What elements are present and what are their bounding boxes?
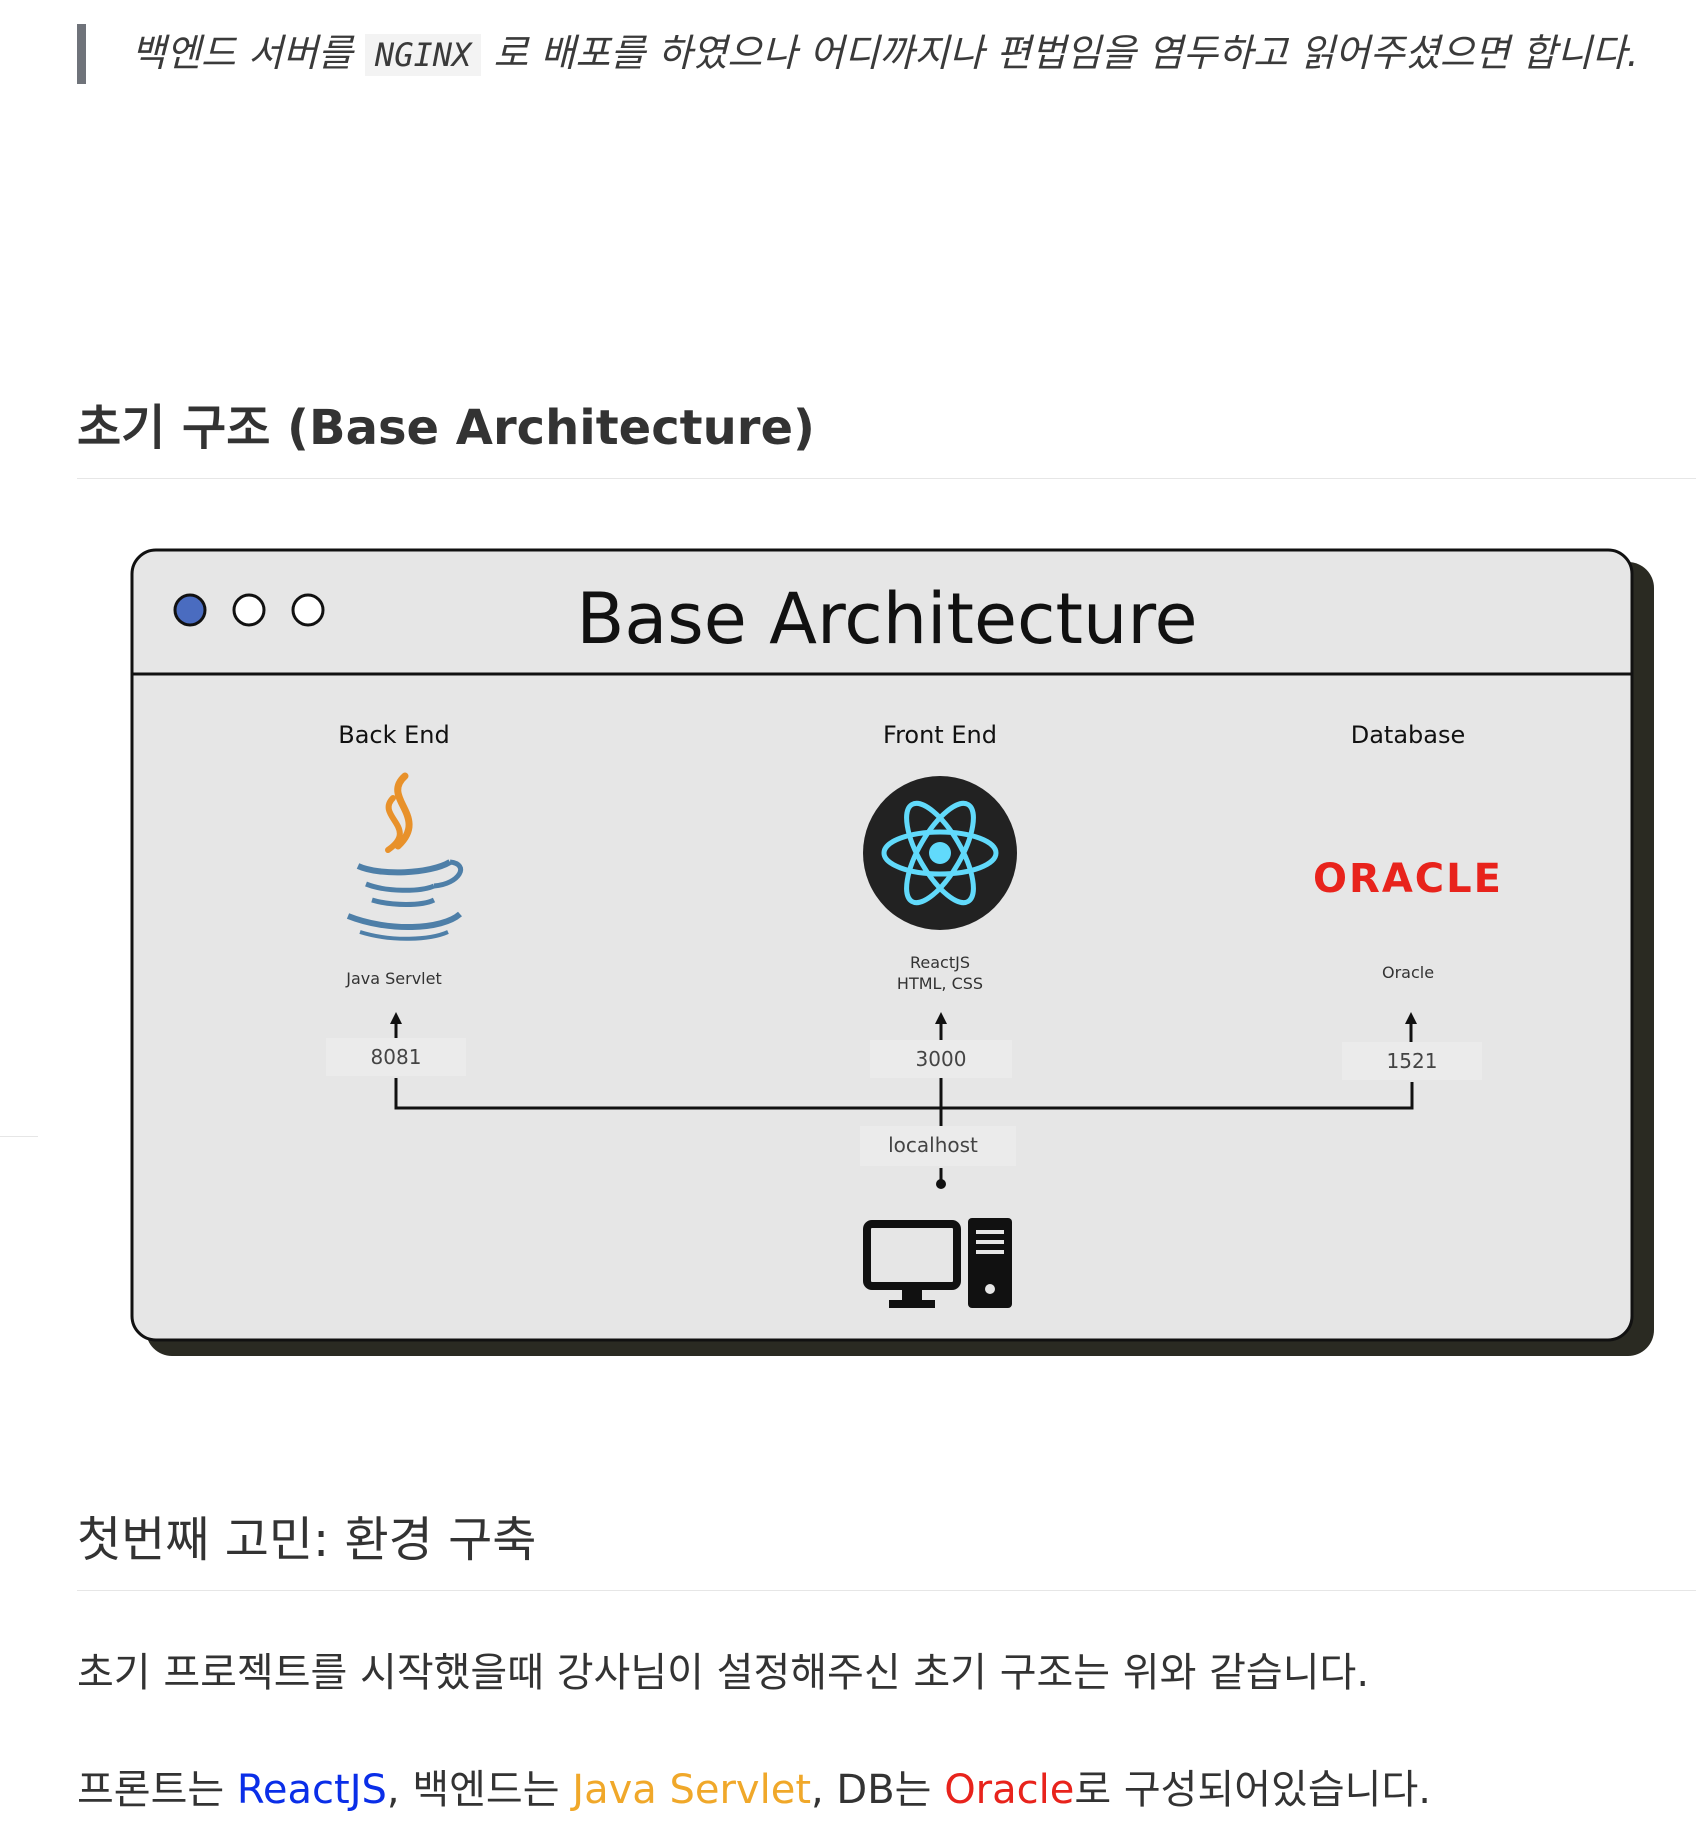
localhost-label: localhost xyxy=(888,1133,978,1157)
window-dot xyxy=(232,593,266,627)
nginx-code: NGINX xyxy=(364,34,482,76)
notice-blockquote: 백엔드 서버를 NGINX 로 배포를 하였으나 어디까지나 편법임을 염두하고… xyxy=(77,24,1651,84)
window-dot xyxy=(291,593,325,627)
host-connector-dot xyxy=(936,1179,946,1189)
react-text: ReactJS xyxy=(236,1767,387,1813)
diagram-title: Base Architecture xyxy=(576,578,1197,660)
frontend-caption-line1: ReactJS xyxy=(910,953,970,972)
backend-port: 8081 xyxy=(371,1045,422,1069)
database-heading: Database xyxy=(1351,721,1466,749)
database-port: 1521 xyxy=(1387,1049,1438,1073)
quote-text-after: 로 배포를 하였으나 어디까지나 편법임을 염두하고 읽어주셨으면 합니다. xyxy=(481,31,1639,75)
frontend-caption-line2: HTML, CSS xyxy=(897,974,983,993)
divider xyxy=(0,1136,38,1137)
react-logo-icon xyxy=(863,776,1017,930)
quote-text-before: 백엔드 서버를 xyxy=(131,31,365,75)
window-dot-active xyxy=(173,593,207,627)
backend-heading: Back End xyxy=(338,721,450,749)
backend-caption: Java Servlet xyxy=(345,969,442,988)
database-caption: Oracle xyxy=(1382,963,1434,982)
stack-suffix: 로 구성되어있습니다. xyxy=(1074,1767,1431,1813)
stack-prefix: 프론트는 xyxy=(77,1767,237,1813)
oracle-text: Oracle xyxy=(944,1767,1075,1813)
stack-sep1: , 백엔드는 xyxy=(386,1767,573,1813)
java-servlet-text: Java Servlet xyxy=(572,1767,811,1813)
paragraph-stack: 프론트는 ReactJS, 백엔드는 Java Servlet, DB는 Ora… xyxy=(77,1757,1431,1815)
frontend-heading: Front End xyxy=(883,721,997,749)
frontend-port: 3000 xyxy=(916,1047,967,1071)
stack-sep2: , DB는 xyxy=(811,1767,945,1813)
oracle-logo: ORACLE xyxy=(1313,856,1503,902)
heading-base-architecture: 초기 구조 (Base Architecture) xyxy=(77,388,1696,479)
paragraph-initial-structure: 초기 프로젝트를 시작했을때 강사님이 설정해주신 초기 구조는 위와 같습니다… xyxy=(77,1650,1370,1696)
architecture-diagram: Base Architecture Back End Front End Dat… xyxy=(130,548,1654,1356)
heading-environment-setup: 첫번째 고민: 환경 구축 xyxy=(77,1500,1696,1591)
